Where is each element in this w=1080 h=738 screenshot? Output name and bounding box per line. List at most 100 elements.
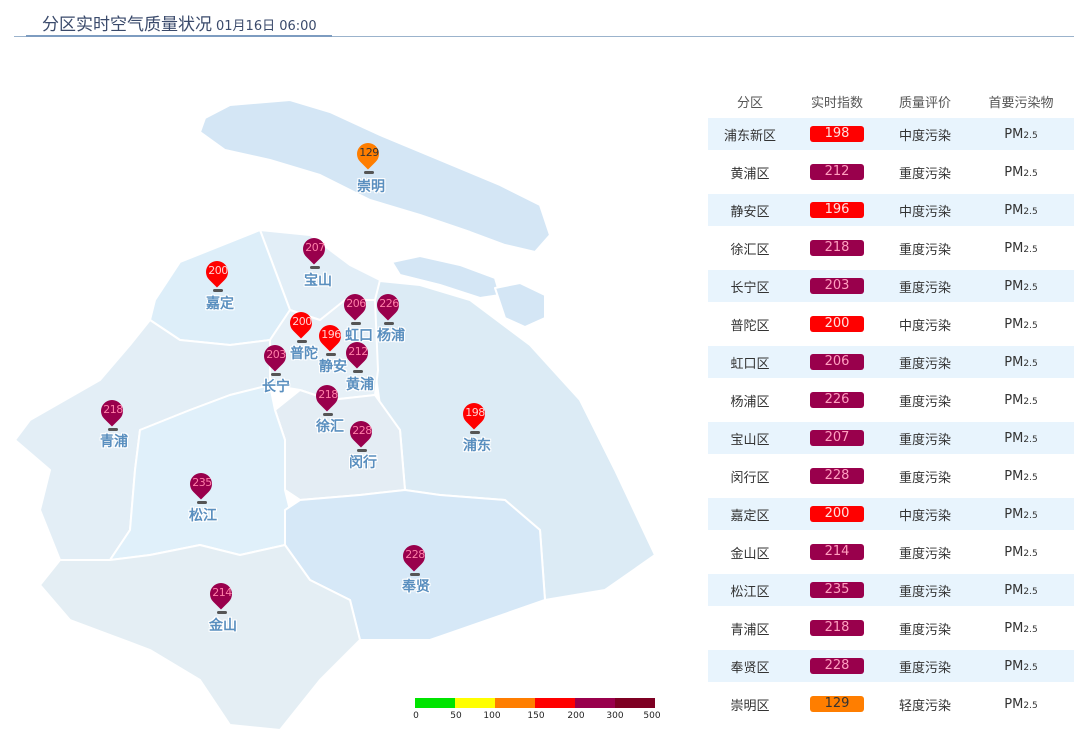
aqi-marker[interactable]: 218: [311, 380, 343, 419]
aqi-badge: 235: [810, 582, 864, 598]
pin-shadow: [197, 501, 207, 504]
marker-value: 196: [321, 328, 341, 341]
table-row: 金山区 214 重度污染 PM2.5: [708, 536, 1074, 568]
district-label: 黄浦: [346, 377, 374, 393]
legend-swatch: [615, 698, 655, 708]
pollutant-name: PM: [1004, 164, 1024, 180]
aqi-marker[interactable]: 228: [398, 540, 430, 579]
pollutant-subscript: 2.5: [1023, 130, 1038, 141]
quality-rating: 重度污染: [898, 546, 951, 562]
quality-rating: 重度污染: [898, 432, 951, 448]
pollutant-subscript: 2.5: [1023, 472, 1038, 483]
primary-pollutant: PM2.5: [968, 507, 1074, 522]
pollutant-name: PM: [1004, 620, 1024, 636]
aqi-marker[interactable]: 206: [339, 289, 371, 328]
primary-pollutant: PM2.5: [968, 127, 1074, 142]
table-row: 宝山区 207 重度污染 PM2.5: [708, 422, 1074, 454]
aqi-marker[interactable]: 218: [96, 395, 128, 434]
quality-rating: 中度污染: [898, 128, 951, 144]
marker-value: 200: [208, 264, 228, 277]
legend-tick: 200: [567, 711, 585, 721]
primary-pollutant: PM2.5: [968, 241, 1074, 256]
marker-value: 228: [405, 548, 425, 561]
district-name: 徐汇区: [730, 242, 770, 258]
aqi-marker[interactable]: 235: [185, 468, 217, 507]
pollutant-subscript: 2.5: [1023, 168, 1038, 179]
aqi-marker[interactable]: 214: [205, 578, 237, 617]
pollutant-name: PM: [1004, 506, 1024, 522]
quality-rating: 重度污染: [898, 622, 951, 638]
quality-rating: 重度污染: [898, 280, 951, 296]
pollutant-name: PM: [1004, 354, 1024, 370]
aqi-badge: 218: [810, 240, 864, 256]
primary-pollutant: PM2.5: [968, 659, 1074, 674]
aqi-legend: [415, 698, 655, 708]
pollutant-subscript: 2.5: [1023, 662, 1038, 673]
aqi-marker[interactable]: 200: [201, 256, 233, 295]
aqi-cell: 203: [792, 278, 882, 294]
aqi-marker[interactable]: 207: [298, 233, 330, 272]
header-quality: 质量评价: [898, 95, 951, 111]
table-row: 黄浦区 212 重度污染 PM2.5: [708, 156, 1074, 188]
pollutant-name: PM: [1004, 202, 1024, 218]
marker-value: 226: [379, 297, 399, 310]
aqi-cell: 212: [792, 164, 882, 180]
pin-shadow: [213, 289, 223, 292]
aqi-badge: 203: [810, 278, 864, 294]
quality-rating: 重度污染: [898, 242, 951, 258]
pollutant-subscript: 2.5: [1023, 282, 1038, 293]
aqi-marker[interactable]: 203: [259, 340, 291, 379]
quality-rating: 重度污染: [898, 394, 951, 410]
quality-rating: 中度污染: [898, 318, 951, 334]
aqi-badge: 207: [810, 430, 864, 446]
table-row: 奉贤区 228 重度污染 PM2.5: [708, 650, 1074, 682]
aqi-badge: 214: [810, 544, 864, 560]
aqi-badge: 196: [810, 202, 864, 218]
primary-pollutant: PM2.5: [968, 355, 1074, 370]
district-label: 闵行: [349, 455, 377, 471]
pollutant-name: PM: [1004, 658, 1024, 674]
aqi-cell: 196: [792, 202, 882, 218]
quality-rating: 重度污染: [898, 584, 951, 600]
header-district: 分区: [736, 95, 763, 111]
quality-rating: 重度污染: [898, 470, 951, 486]
header-aqi: 实时指数: [810, 95, 863, 111]
marker-value: 235: [192, 476, 212, 489]
district-name: 奉贤区: [730, 660, 770, 676]
aqi-dashboard: 分区实时空气质量状况 01月16日 06:00 129 崇明 200 嘉定 207 宝山 20…: [0, 0, 1080, 738]
quality-rating: 重度污染: [898, 166, 951, 182]
table-row: 长宁区 203 重度污染 PM2.5: [708, 270, 1074, 302]
aqi-marker[interactable]: 200: [285, 307, 317, 346]
district-label: 奉贤: [402, 579, 430, 595]
district-label: 徐汇: [316, 419, 344, 435]
legend-swatch: [415, 698, 455, 708]
pollutant-subscript: 2.5: [1023, 700, 1038, 711]
aqi-cell: 235: [792, 582, 882, 598]
aqi-badge: 206: [810, 354, 864, 370]
primary-pollutant: PM2.5: [968, 317, 1074, 332]
primary-pollutant: PM2.5: [968, 469, 1074, 484]
aqi-marker[interactable]: 212: [341, 337, 373, 376]
pollutant-name: PM: [1004, 582, 1024, 598]
district-name: 黄浦区: [730, 166, 770, 182]
marker-value: 207: [305, 241, 325, 254]
aqi-marker[interactable]: 226: [372, 289, 404, 328]
aqi-badge: 228: [810, 658, 864, 674]
pin-shadow: [310, 266, 320, 269]
aqi-badge: 218: [810, 620, 864, 636]
district-label: 长宁: [262, 379, 290, 395]
pollutant-name: PM: [1004, 468, 1024, 484]
table-row: 静安区 196 中度污染 PM2.5: [708, 194, 1074, 226]
primary-pollutant: PM2.5: [968, 545, 1074, 560]
pollutant-subscript: 2.5: [1023, 624, 1038, 635]
aqi-marker[interactable]: 129: [352, 138, 384, 177]
aqi-cell: 228: [792, 658, 882, 674]
aqi-marker[interactable]: 228: [345, 416, 377, 455]
primary-pollutant: PM2.5: [968, 621, 1074, 636]
quality-rating: 中度污染: [898, 204, 951, 220]
aqi-badge: 228: [810, 468, 864, 484]
district-name: 普陀区: [730, 318, 770, 334]
aqi-marker[interactable]: 198: [458, 398, 490, 437]
aqi-cell: 198: [792, 126, 882, 142]
marker-value: 129: [359, 146, 379, 159]
